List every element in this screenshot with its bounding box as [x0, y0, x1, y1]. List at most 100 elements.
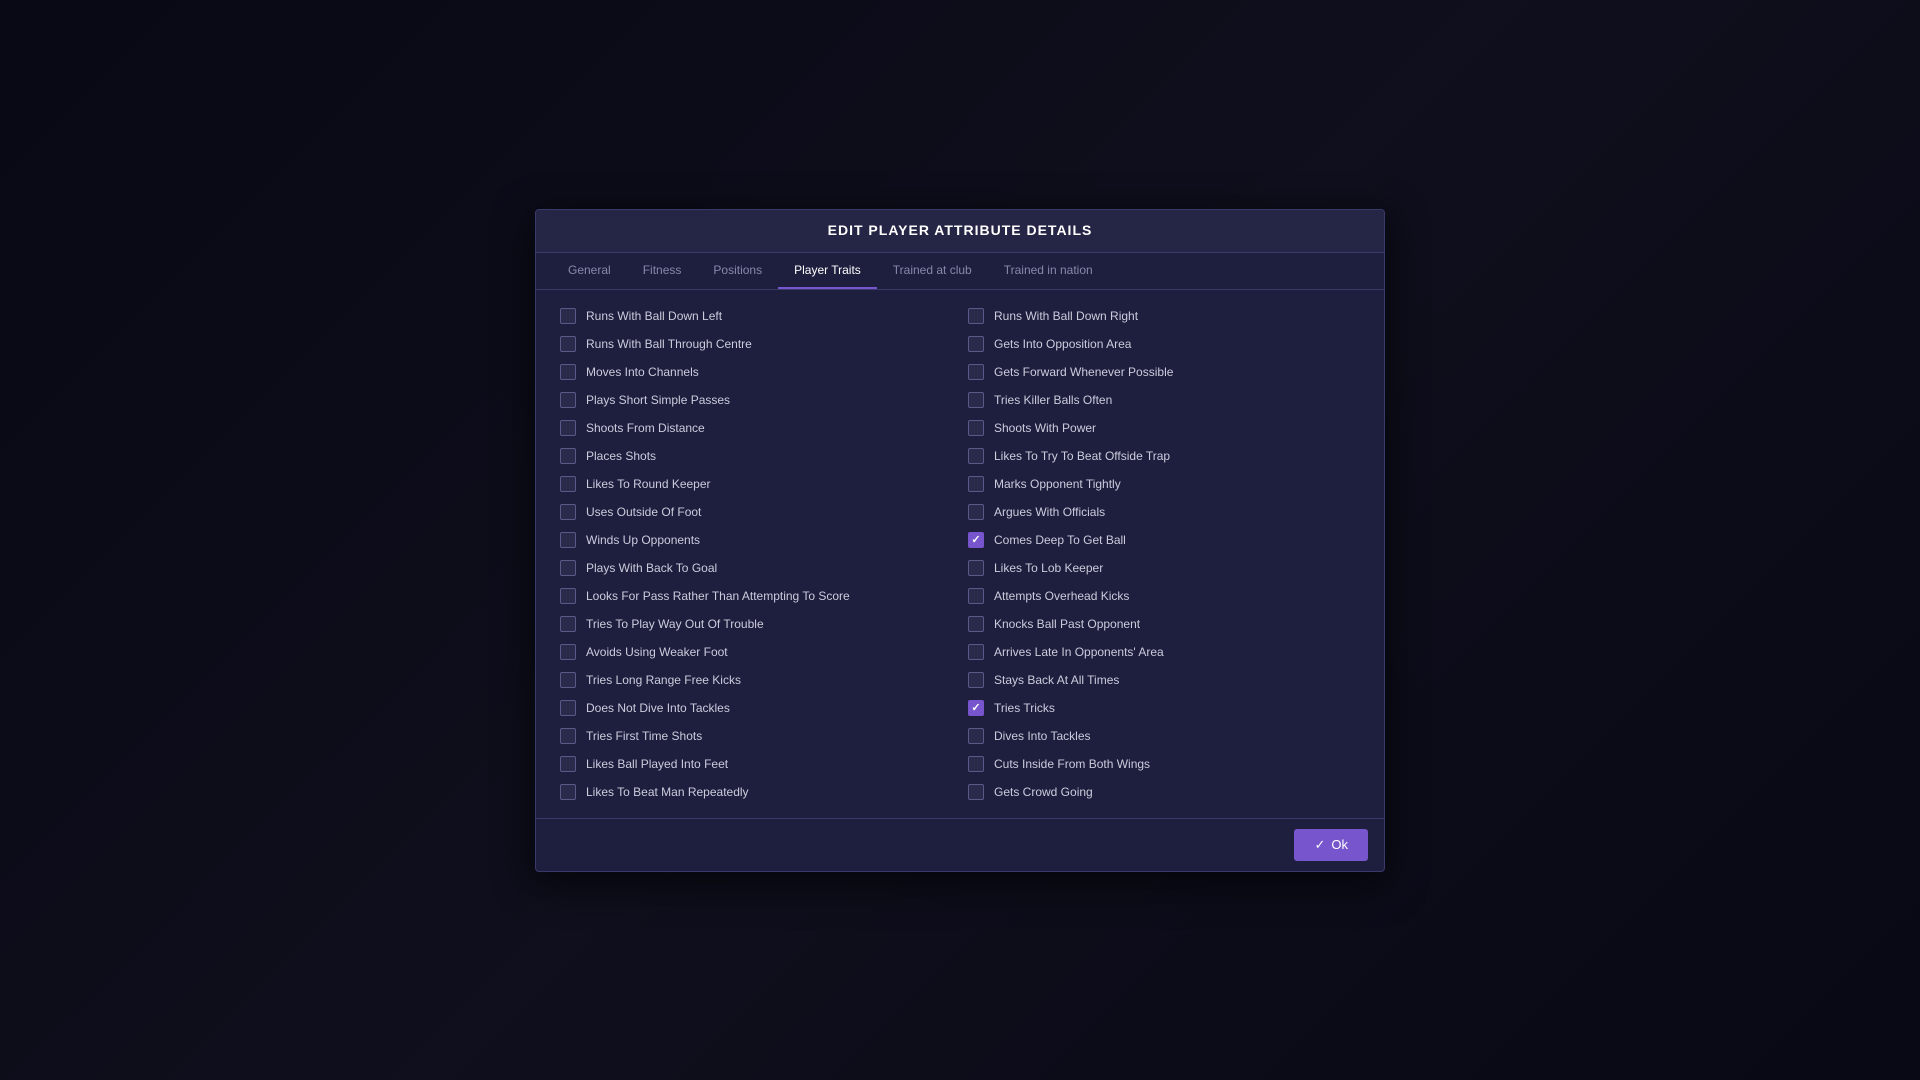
checkbox-knocks_ball_past[interactable] — [968, 616, 984, 632]
modal-overlay: EDIT PLAYER ATTRIBUTE DETAILS General Fi… — [0, 0, 1920, 1080]
trait-item-does_not_dive[interactable]: Does Not Dive Into Tackles — [552, 694, 960, 722]
trait-item-plays_short_passes[interactable]: Plays Short Simple Passes — [552, 386, 960, 414]
checkbox-likes_lob_keeper[interactable] — [968, 560, 984, 576]
checkbox-tries_first_time[interactable] — [560, 728, 576, 744]
checkbox-likes_round_keeper[interactable] — [560, 476, 576, 492]
trait-label-tries_play_out_trouble: Tries To Play Way Out Of Trouble — [586, 617, 764, 631]
trait-item-tries_first_time[interactable]: Tries First Time Shots — [552, 722, 960, 750]
trait-item-looks_for_pass[interactable]: Looks For Pass Rather Than Attempting To… — [552, 582, 960, 610]
checkbox-dives_tackles[interactable] — [968, 728, 984, 744]
trait-item-runs_ball_left[interactable]: Runs With Ball Down Left — [552, 302, 960, 330]
trait-item-shoots_distance[interactable]: Shoots From Distance — [552, 414, 960, 442]
checkbox-likes_beat_man[interactable] — [560, 784, 576, 800]
trait-item-likes_ball_feet[interactable]: Likes Ball Played Into Feet — [552, 750, 960, 778]
trait-item-tries_long_free_kicks[interactable]: Tries Long Range Free Kicks — [552, 666, 960, 694]
trait-item-arrives_late[interactable]: Arrives Late In Opponents' Area — [960, 638, 1368, 666]
trait-label-gets_crowd_going: Gets Crowd Going — [994, 785, 1093, 799]
checkbox-does_not_dive[interactable] — [560, 700, 576, 716]
checkbox-shoots_distance[interactable] — [560, 420, 576, 436]
checkbox-plays_short_passes[interactable] — [560, 392, 576, 408]
modal-dialog: EDIT PLAYER ATTRIBUTE DETAILS General Fi… — [535, 209, 1385, 872]
modal-title: EDIT PLAYER ATTRIBUTE DETAILS — [828, 222, 1093, 238]
trait-label-tries_tricks: Tries Tricks — [994, 701, 1055, 715]
tab-trained-nation[interactable]: Trained in nation — [988, 253, 1109, 289]
checkbox-gets_forward[interactable] — [968, 364, 984, 380]
trait-item-knocks_ball_past[interactable]: Knocks Ball Past Opponent — [960, 610, 1368, 638]
trait-item-likes_round_keeper[interactable]: Likes To Round Keeper — [552, 470, 960, 498]
checkbox-likes_ball_feet[interactable] — [560, 756, 576, 772]
trait-item-tries_killer_balls[interactable]: Tries Killer Balls Often — [960, 386, 1368, 414]
checkbox-tries_tricks[interactable] — [968, 700, 984, 716]
checkbox-arrives_late[interactable] — [968, 644, 984, 660]
trait-item-winds_up_opponents[interactable]: Winds Up Opponents — [552, 526, 960, 554]
trait-item-shoots_power[interactable]: Shoots With Power — [960, 414, 1368, 442]
trait-item-argues_officials[interactable]: Argues With Officials — [960, 498, 1368, 526]
trait-label-plays_back_to_goal: Plays With Back To Goal — [586, 561, 717, 575]
checkbox-likes_offside_trap[interactable] — [968, 448, 984, 464]
trait-label-cuts_inside: Cuts Inside From Both Wings — [994, 757, 1150, 771]
checkbox-tries_long_free_kicks[interactable] — [560, 672, 576, 688]
trait-item-likes_beat_man[interactable]: Likes To Beat Man Repeatedly — [552, 778, 960, 806]
trait-item-tries_play_out_trouble[interactable]: Tries To Play Way Out Of Trouble — [552, 610, 960, 638]
checkbox-argues_officials[interactable] — [968, 504, 984, 520]
trait-item-uses_outside_foot[interactable]: Uses Outside Of Foot — [552, 498, 960, 526]
trait-item-gets_forward[interactable]: Gets Forward Whenever Possible — [960, 358, 1368, 386]
tab-positions[interactable]: Positions — [697, 253, 778, 289]
checkbox-cuts_inside[interactable] — [968, 756, 984, 772]
checkbox-shoots_power[interactable] — [968, 420, 984, 436]
trait-item-cuts_inside[interactable]: Cuts Inside From Both Wings — [960, 750, 1368, 778]
checkbox-marks_tightly[interactable] — [968, 476, 984, 492]
tab-player-traits[interactable]: Player Traits — [778, 253, 877, 289]
trait-label-attempts_overhead: Attempts Overhead Kicks — [994, 589, 1129, 603]
trait-item-runs_ball_centre[interactable]: Runs With Ball Through Centre — [552, 330, 960, 358]
tab-fitness[interactable]: Fitness — [627, 253, 698, 289]
trait-label-marks_tightly: Marks Opponent Tightly — [994, 477, 1121, 491]
tab-trained-club[interactable]: Trained at club — [877, 253, 988, 289]
checkbox-winds_up_opponents[interactable] — [560, 532, 576, 548]
checkbox-looks_for_pass[interactable] — [560, 588, 576, 604]
trait-label-dives_tackles: Dives Into Tackles — [994, 729, 1091, 743]
trait-item-gets_opposition_area[interactable]: Gets Into Opposition Area — [960, 330, 1368, 358]
trait-label-runs_ball_right: Runs With Ball Down Right — [994, 309, 1138, 323]
traits-body: Runs With Ball Down Left Runs With Ball D… — [536, 290, 1384, 818]
trait-item-runs_ball_right[interactable]: Runs With Ball Down Right — [960, 302, 1368, 330]
trait-item-places_shots[interactable]: Places Shots — [552, 442, 960, 470]
trait-item-dives_tackles[interactable]: Dives Into Tackles — [960, 722, 1368, 750]
trait-label-uses_outside_foot: Uses Outside Of Foot — [586, 505, 701, 519]
trait-label-likes_ball_feet: Likes Ball Played Into Feet — [586, 757, 728, 771]
checkbox-moves_channels[interactable] — [560, 364, 576, 380]
checkbox-attempts_overhead[interactable] — [968, 588, 984, 604]
trait-label-tries_first_time: Tries First Time Shots — [586, 729, 702, 743]
trait-item-likes_offside_trap[interactable]: Likes To Try To Beat Offside Trap — [960, 442, 1368, 470]
checkbox-gets_crowd_going[interactable] — [968, 784, 984, 800]
trait-item-avoids_weaker_foot[interactable]: Avoids Using Weaker Foot — [552, 638, 960, 666]
checkbox-stays_back[interactable] — [968, 672, 984, 688]
trait-item-attempts_overhead[interactable]: Attempts Overhead Kicks — [960, 582, 1368, 610]
ok-button[interactable]: ✓ Ok — [1294, 829, 1368, 861]
checkbox-avoids_weaker_foot[interactable] — [560, 644, 576, 660]
trait-item-moves_channels[interactable]: Moves Into Channels — [552, 358, 960, 386]
trait-label-does_not_dive: Does Not Dive Into Tackles — [586, 701, 730, 715]
trait-item-stays_back[interactable]: Stays Back At All Times — [960, 666, 1368, 694]
checkbox-comes_deep_ball[interactable] — [968, 532, 984, 548]
trait-item-gets_crowd_going[interactable]: Gets Crowd Going — [960, 778, 1368, 806]
trait-item-tries_tricks[interactable]: Tries Tricks — [960, 694, 1368, 722]
checkbox-gets_opposition_area[interactable] — [968, 336, 984, 352]
tab-general[interactable]: General — [552, 253, 627, 289]
trait-label-runs_ball_centre: Runs With Ball Through Centre — [586, 337, 752, 351]
checkbox-runs_ball_left[interactable] — [560, 308, 576, 324]
trait-item-marks_tightly[interactable]: Marks Opponent Tightly — [960, 470, 1368, 498]
checkbox-places_shots[interactable] — [560, 448, 576, 464]
checkbox-runs_ball_right[interactable] — [968, 308, 984, 324]
trait-item-likes_lob_keeper[interactable]: Likes To Lob Keeper — [960, 554, 1368, 582]
checkbox-plays_back_to_goal[interactable] — [560, 560, 576, 576]
checkbox-tries_killer_balls[interactable] — [968, 392, 984, 408]
trait-label-places_shots: Places Shots — [586, 449, 656, 463]
trait-label-shoots_distance: Shoots From Distance — [586, 421, 705, 435]
trait-item-comes_deep_ball[interactable]: Comes Deep To Get Ball — [960, 526, 1368, 554]
trait-item-plays_back_to_goal[interactable]: Plays With Back To Goal — [552, 554, 960, 582]
trait-label-winds_up_opponents: Winds Up Opponents — [586, 533, 700, 547]
checkbox-runs_ball_centre[interactable] — [560, 336, 576, 352]
checkbox-tries_play_out_trouble[interactable] — [560, 616, 576, 632]
checkbox-uses_outside_foot[interactable] — [560, 504, 576, 520]
